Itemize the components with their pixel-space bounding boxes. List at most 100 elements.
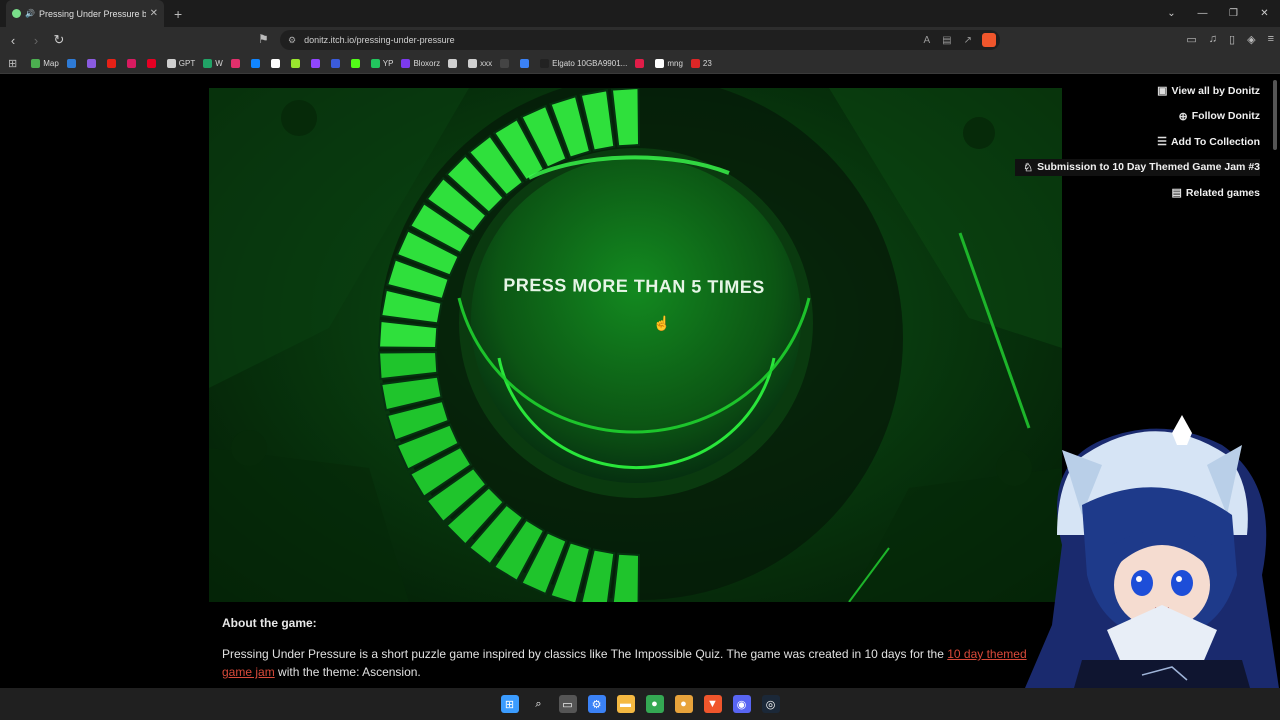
bookmark-favicon-icon bbox=[468, 58, 478, 68]
reload-icon[interactable]: ↻ bbox=[49, 32, 69, 48]
bookmark-favicon-icon bbox=[126, 58, 136, 68]
game-canvas[interactable]: PRESS MORE THAN 5 TIMES ☝ bbox=[209, 88, 1062, 602]
bookmark-favicon-icon bbox=[31, 58, 41, 68]
bookmark-item[interactable] bbox=[635, 58, 647, 68]
bookmark-favicon-icon bbox=[635, 58, 645, 68]
bookmark-item[interactable]: YP bbox=[370, 58, 393, 68]
tab-close-icon[interactable]: ✕ bbox=[150, 8, 158, 19]
panel-icon[interactable]: ▯ bbox=[1229, 33, 1235, 46]
bookmark-item[interactable]: Map bbox=[31, 58, 59, 68]
task-view-icon[interactable]: ▭ bbox=[558, 695, 577, 713]
bookmark-item[interactable] bbox=[86, 58, 99, 68]
about-heading: About the game: bbox=[222, 616, 317, 630]
bookmark-item[interactable] bbox=[290, 58, 303, 68]
steam-icon[interactable]: ◎ bbox=[761, 695, 780, 713]
bookmark-item[interactable] bbox=[500, 58, 512, 68]
site-info-icon[interactable]: ⚙ bbox=[288, 35, 296, 46]
web-page: PRESS MORE THAN 5 TIMES ☝ About the game… bbox=[0, 75, 1280, 688]
bookmark-item[interactable] bbox=[330, 58, 343, 68]
bookmark-item[interactable] bbox=[230, 58, 243, 68]
bookmark-favicon-icon bbox=[370, 58, 380, 68]
new-tab-button[interactable]: + bbox=[174, 6, 182, 22]
bookmark-item[interactable] bbox=[448, 58, 460, 68]
windows-taskbar: ⊞ ⌕ ▭ ⚙ ▬ ● ● ▼ ◉ ◎ bbox=[0, 688, 1280, 720]
tab-search-button[interactable]: ⌄ bbox=[1156, 8, 1187, 19]
brave-shields-icon[interactable] bbox=[982, 33, 996, 47]
discord-icon[interactable]: ◉ bbox=[732, 695, 751, 713]
bookmark-item[interactable] bbox=[270, 58, 283, 68]
translate-icon[interactable]: A bbox=[923, 35, 930, 46]
url-text: donitz.itch.io/pressing-under-pressure bbox=[304, 35, 455, 45]
bookmark-icon[interactable]: ⚑ bbox=[258, 32, 269, 46]
address-bar[interactable]: ⚙ donitz.itch.io/pressing-under-pressure… bbox=[280, 30, 1000, 50]
bookmark-item[interactable] bbox=[106, 58, 119, 68]
follow-icon: ⊕ bbox=[1178, 110, 1188, 123]
bookmark-item[interactable]: xxx bbox=[468, 58, 492, 68]
vpn-icon[interactable]: ◈ bbox=[1247, 33, 1255, 46]
sidebar-icon[interactable]: ▭ bbox=[1186, 33, 1196, 46]
scrollbar[interactable] bbox=[1273, 80, 1277, 150]
window-controls: ⌄ — ❐ ✕ bbox=[1156, 0, 1280, 27]
search-icon[interactable]: ⌕ bbox=[529, 695, 548, 713]
bookmark-item[interactable]: mng bbox=[655, 58, 683, 68]
bookmark-item[interactable] bbox=[250, 58, 263, 68]
bookmark-item[interactable] bbox=[520, 58, 532, 68]
bookmark-item[interactable] bbox=[126, 58, 139, 68]
about-section: About the game: Pressing Under Pressure … bbox=[209, 602, 1062, 688]
jam-submission-label: Submission to 10 Day Themed Game Jam #3 bbox=[1037, 161, 1260, 174]
bookmark-item[interactable]: 23 bbox=[690, 58, 712, 68]
reader-icon[interactable]: ▤ bbox=[942, 35, 951, 46]
bookmark-favicon-icon bbox=[330, 58, 340, 68]
media-icon[interactable]: ♫ bbox=[1209, 33, 1217, 46]
bookmark-item[interactable]: Bloxorz bbox=[401, 58, 440, 68]
bookmark-item[interactable] bbox=[350, 58, 363, 68]
explorer-icon[interactable]: ▬ bbox=[616, 695, 635, 713]
browser-tab[interactable]: 🔊 Pressing Under Pressure by D ✕ bbox=[6, 0, 164, 27]
view-all-label: View all by Donitz bbox=[1171, 84, 1261, 97]
brave-icon[interactable]: ▼ bbox=[703, 695, 722, 713]
bookmark-item[interactable] bbox=[66, 58, 79, 68]
bookmark-item[interactable]: W bbox=[203, 58, 223, 68]
minimize-button[interactable]: — bbox=[1187, 8, 1218, 19]
bookmark-favicon-icon bbox=[290, 58, 300, 68]
forward-icon[interactable]: › bbox=[26, 33, 46, 48]
bookmark-favicon-icon bbox=[690, 58, 700, 68]
view-all-link[interactable]: ▣ View all by Donitz bbox=[1157, 82, 1260, 100]
about-text: Pressing Under Pressure is a short puzzl… bbox=[222, 645, 1049, 681]
bookmark-favicon-icon bbox=[106, 58, 116, 68]
address-bar-tools: A ▤ ↗ bbox=[923, 35, 972, 46]
bookmark-item[interactable]: GPT bbox=[166, 58, 195, 68]
settings-icon[interactable]: ⚙ bbox=[587, 695, 606, 713]
chrome-dev-icon[interactable]: ● bbox=[674, 695, 693, 713]
follow-label: Follow Donitz bbox=[1191, 110, 1260, 123]
about-text-before: Pressing Under Pressure is a short puzzl… bbox=[222, 647, 948, 661]
start-icon[interactable]: ⊞ bbox=[500, 695, 519, 713]
hand-cursor-icon: ☝ bbox=[653, 315, 671, 331]
share-icon[interactable]: ↗ bbox=[964, 35, 972, 46]
bookmark-label: W bbox=[215, 58, 223, 68]
toolbar-icons: ▭ ♫ ▯ ◈ ≡ bbox=[1186, 33, 1274, 46]
chrome-icon[interactable]: ● bbox=[645, 695, 664, 713]
bookmark-favicon-icon bbox=[448, 58, 458, 68]
follow-link[interactable]: ⊕ Follow Donitz bbox=[1179, 108, 1260, 126]
add-collection-label: Add To Collection bbox=[1170, 135, 1260, 148]
bookmark-item[interactable] bbox=[146, 58, 159, 68]
close-window-button[interactable]: ✕ bbox=[1249, 8, 1280, 19]
bookmark-label: 23 bbox=[702, 58, 712, 68]
apps-icon[interactable]: ⊞ bbox=[8, 57, 17, 70]
back-icon[interactable]: ‹ bbox=[3, 33, 23, 48]
navigation-bar: ‹ › ↻ ⚑ ⚙ donitz.itch.io/pressing-under-… bbox=[0, 27, 1280, 53]
related-games-link[interactable]: ▤ Related games bbox=[1171, 184, 1260, 202]
menu-icon[interactable]: ≡ bbox=[1268, 33, 1274, 46]
bookmark-item[interactable] bbox=[310, 58, 323, 68]
vtuber-avatar bbox=[1025, 415, 1279, 688]
jam-submission-link[interactable]: ♘ Submission to 10 Day Themed Game Jam #3 bbox=[1015, 158, 1260, 176]
bookmark-favicon-icon bbox=[401, 58, 411, 68]
itch-favicon-icon bbox=[12, 9, 21, 18]
bookmark-favicon-icon bbox=[270, 58, 280, 68]
speaker-icon[interactable]: 🔊 bbox=[25, 9, 35, 18]
bookmark-item[interactable]: Elgato 10GBA9901... bbox=[540, 58, 627, 68]
maximize-button[interactable]: ❐ bbox=[1218, 8, 1249, 19]
add-collection-link[interactable]: ☰ Add To Collection bbox=[1157, 133, 1260, 151]
game-scene bbox=[209, 88, 1062, 602]
